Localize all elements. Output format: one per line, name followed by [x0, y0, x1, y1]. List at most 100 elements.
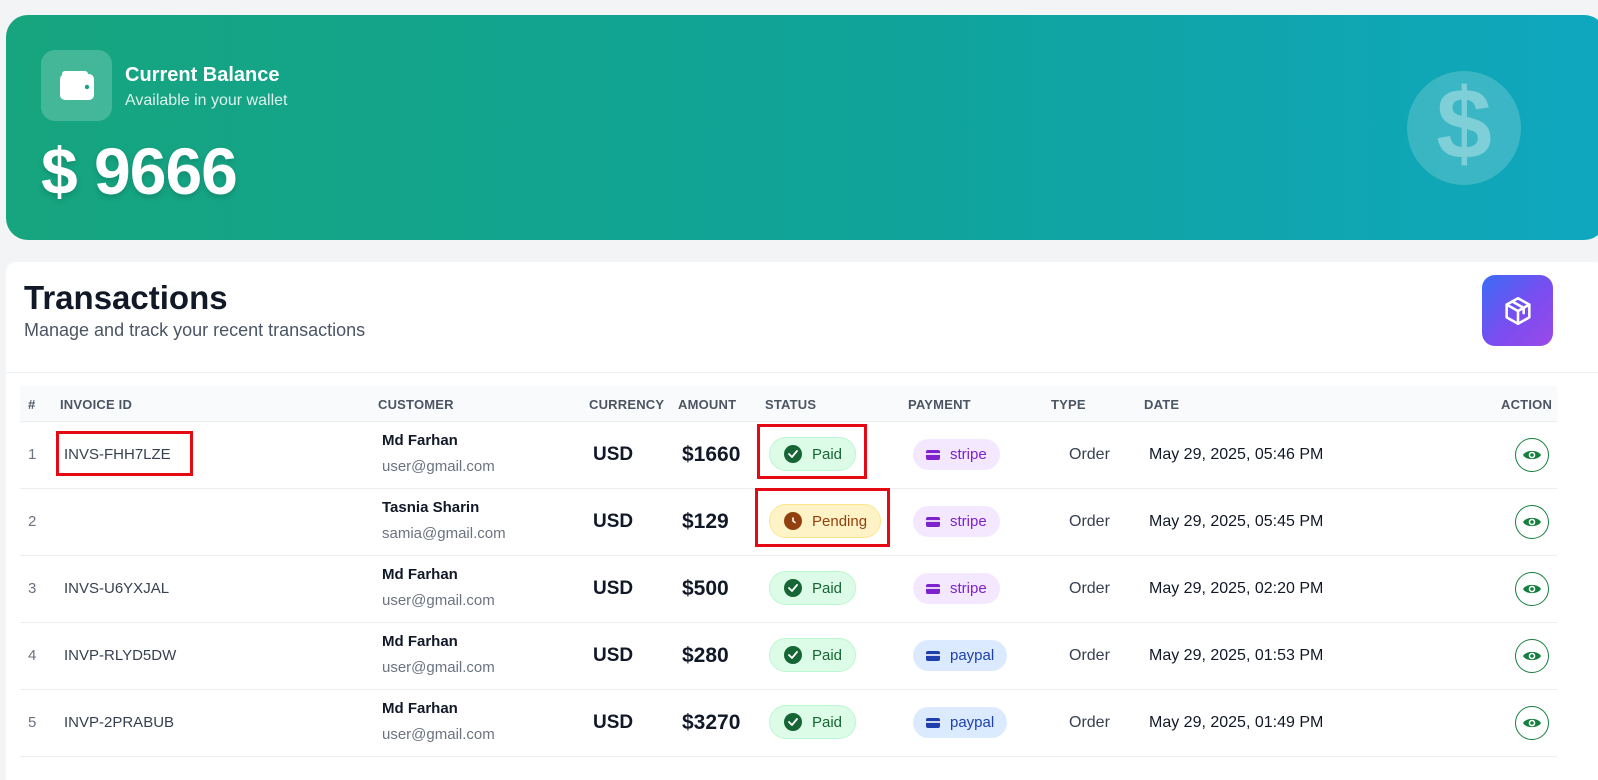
table-row: 2 Tasnia Sharin samia@gmail.com USD $129…: [20, 489, 1557, 556]
check-circle-icon: [784, 445, 802, 463]
header-divider: [6, 372, 1598, 373]
payment-label: paypal: [950, 714, 995, 731]
payment-label: paypal: [950, 647, 995, 664]
amount: $3270: [682, 711, 741, 734]
status-label: Paid: [812, 713, 843, 731]
status-label: Pending: [812, 512, 868, 530]
amount: $500: [682, 577, 729, 600]
payment-badge: stripe: [913, 439, 1000, 470]
dollar-icon: $: [1407, 71, 1521, 185]
currency: USD: [593, 712, 634, 733]
balance-title: Current Balance: [125, 64, 280, 86]
currency: USD: [593, 578, 634, 599]
invoice-id: INVS-U6YXJAL: [64, 580, 170, 597]
row-number: 2: [28, 513, 37, 530]
type: Order: [1069, 580, 1110, 597]
col-date: DATE: [1144, 397, 1180, 412]
amount: $280: [682, 644, 729, 667]
svg-text:$: $: [1436, 78, 1492, 178]
check-circle-icon: [784, 713, 802, 731]
customer-email: user@gmail.com: [382, 592, 495, 609]
credit-card-icon: [926, 650, 940, 661]
payment-badge: stripe: [913, 573, 1000, 604]
col-status: STATUS: [765, 397, 817, 412]
transactions-card: Transactions Manage and track your recen…: [6, 262, 1598, 780]
payment-label: stripe: [950, 446, 987, 463]
customer-email: user@gmail.com: [382, 458, 495, 475]
status-badge: Pending: [769, 504, 882, 538]
clock-icon: [784, 512, 802, 530]
table-header: # INVOICE ID CUSTOMER CURRENCY AMOUNT ST…: [20, 386, 1557, 422]
type: Order: [1069, 647, 1110, 664]
payment-badge: paypal: [913, 707, 1008, 738]
payment-badge: stripe: [913, 506, 1000, 537]
customer-name: Md Farhan: [382, 566, 458, 583]
date: May 29, 2025, 05:46 PM: [1149, 446, 1324, 463]
payment-badge: paypal: [913, 640, 1008, 671]
date: May 29, 2025, 01:49 PM: [1149, 714, 1324, 731]
status-label: Paid: [812, 646, 843, 664]
currency: USD: [593, 444, 634, 465]
customer-email: user@gmail.com: [382, 659, 495, 676]
date: May 29, 2025, 02:20 PM: [1149, 580, 1324, 597]
view-button[interactable]: [1515, 438, 1549, 472]
payment-label: stripe: [950, 513, 987, 530]
col-amount: AMOUNT: [678, 397, 737, 412]
box-icon: [1504, 296, 1531, 325]
view-button[interactable]: [1515, 706, 1549, 740]
status-label: Paid: [812, 579, 843, 597]
col-type: TYPE: [1051, 397, 1086, 412]
eye-icon: [1523, 517, 1541, 527]
status-badge: Paid: [769, 705, 857, 739]
col-customer: CUSTOMER: [378, 397, 454, 412]
invoice-id: INVS-FHH7LZE: [64, 446, 171, 463]
credit-card-icon: [926, 449, 940, 460]
amount: $129: [682, 510, 729, 533]
balance-subtitle: Available in your wallet: [125, 92, 288, 109]
col-invoice: INVOICE ID: [60, 397, 133, 412]
date: May 29, 2025, 05:45 PM: [1149, 513, 1324, 530]
transactions-title: Transactions: [24, 279, 228, 316]
status-badge: Paid: [769, 638, 857, 672]
row-number: 4: [28, 647, 37, 664]
table-row: 5 INVP-2PRABUB Md Farhan user@gmail.com …: [20, 690, 1557, 757]
payment-label: stripe: [950, 580, 987, 597]
status-badge: Paid: [769, 571, 857, 605]
customer-name: Md Farhan: [382, 633, 458, 650]
invoice-id: INVP-2PRABUB: [64, 714, 175, 731]
customer-name: Md Farhan: [382, 700, 458, 717]
date: May 29, 2025, 01:53 PM: [1149, 647, 1324, 664]
view-button[interactable]: [1515, 639, 1549, 673]
type: Order: [1069, 446, 1110, 463]
table-row: 1 INVS-FHH7LZE Md Farhan user@gmail.com …: [20, 422, 1557, 489]
eye-icon: [1523, 718, 1541, 728]
col-payment: PAYMENT: [908, 397, 971, 412]
customer-email: samia@gmail.com: [382, 525, 506, 542]
eye-icon: [1523, 651, 1541, 661]
customer-email: user@gmail.com: [382, 726, 495, 743]
col-currency: CURRENCY: [589, 397, 665, 412]
credit-card-icon: [926, 717, 940, 728]
wallet-icon: [41, 50, 112, 121]
customer-name: Md Farhan: [382, 432, 458, 449]
box-button[interactable]: [1482, 275, 1553, 346]
status-label: Paid: [812, 445, 843, 463]
table-row: 3 INVS-U6YXJAL Md Farhan user@gmail.com …: [20, 556, 1557, 623]
amount: $1660: [682, 443, 741, 466]
check-circle-icon: [784, 579, 802, 597]
balance-amount: $ 9666: [41, 134, 238, 208]
credit-card-icon: [926, 583, 940, 594]
type: Order: [1069, 714, 1110, 731]
col-action: ACTION: [1501, 397, 1553, 412]
view-button[interactable]: [1515, 505, 1549, 539]
currency: USD: [593, 645, 634, 666]
col-num: #: [28, 397, 36, 412]
check-circle-icon: [784, 646, 802, 664]
status-badge: Paid: [769, 437, 857, 471]
credit-card-icon: [926, 516, 940, 527]
invoice-id: INVP-RLYD5DW: [64, 647, 177, 664]
view-button[interactable]: [1515, 572, 1549, 606]
row-number: 3: [28, 580, 37, 597]
row-number: 1: [28, 446, 37, 463]
customer-name: Tasnia Sharin: [382, 499, 480, 516]
